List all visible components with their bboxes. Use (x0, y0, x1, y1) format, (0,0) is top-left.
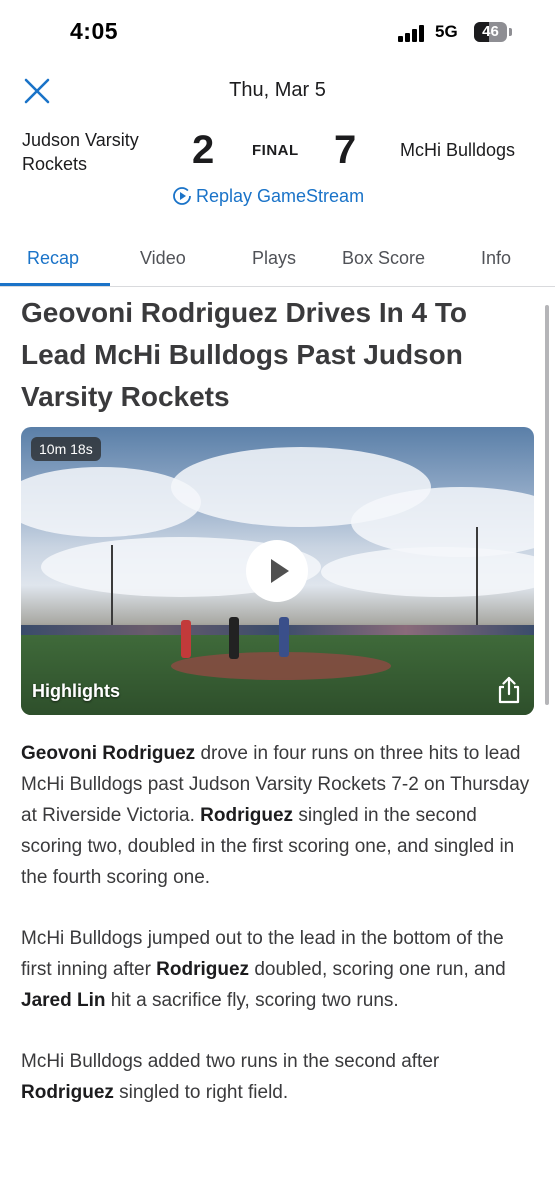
battery-level: 46 (482, 23, 499, 40)
article-headline: Geovoni Rodriguez Drives In 4 To Lead Mc… (21, 297, 467, 412)
play-icon (271, 559, 289, 583)
game-status: FINAL (252, 142, 299, 159)
tab-box-score[interactable]: Box Score (342, 248, 425, 269)
player-name: Jared Lin (21, 990, 106, 1011)
replay-label: Replay GameStream (196, 185, 365, 206)
catcher (279, 617, 289, 657)
network-label: 5G (435, 22, 458, 41)
light-pole (476, 527, 478, 627)
paragraph-text: McHi Bulldogs added two runs in the seco… (21, 1051, 440, 1072)
tab-info[interactable]: Info (481, 248, 511, 269)
game-date: Thu, Mar 5 (229, 79, 326, 101)
home-team-score: 2 (192, 128, 215, 172)
highlights-video[interactable]: 10m 18s Highlights (21, 427, 534, 715)
share-icon (498, 676, 520, 704)
status-time: 4:05 (70, 18, 119, 44)
share-button[interactable] (495, 675, 523, 705)
away-team-score: 7 (334, 128, 357, 172)
replay-icon (173, 187, 191, 205)
tab-plays[interactable]: Plays (252, 248, 296, 269)
player-name: Rodriguez (21, 1082, 114, 1103)
home-team-name[interactable]: Judson Varsity Rockets (22, 128, 182, 176)
umpire (229, 617, 239, 659)
tab-bar: Recap Video Plays Box Score Info (0, 236, 555, 287)
outfield-wall (21, 625, 534, 635)
paragraph-text: hit a sacrifice fly, scoring two runs. (105, 990, 399, 1011)
paragraph-text: doubled, scoring one run, and (249, 959, 506, 980)
player-name: Rodriguez (200, 805, 294, 826)
tab-video[interactable]: Video (140, 248, 186, 269)
player-name: Geovoni Rodriguez (21, 743, 196, 764)
battery-tip (509, 28, 512, 36)
replay-gamestream-button[interactable]: Replay GameStream (172, 184, 364, 208)
signal-icon (398, 24, 430, 42)
tab-recap[interactable]: Recap (27, 248, 79, 269)
article-paragraph: McHi Bulldogs added two runs in the seco… (21, 1046, 531, 1108)
away-team-name[interactable]: McHi Bulldogs (400, 140, 515, 161)
player (181, 620, 191, 658)
article-body: Geovoni Rodriguez drove in four runs on … (21, 738, 531, 1138)
paragraph-text: singled to right field. (113, 1082, 289, 1103)
status-bar: 4:05 5G 46 (0, 0, 555, 66)
light-pole (111, 545, 113, 627)
article-paragraph: Geovoni Rodriguez drove in four runs on … (21, 738, 531, 893)
battery-icon: 46 (474, 22, 507, 42)
player-name: Rodriguez (156, 959, 250, 980)
scoreboard: Judson Varsity Rockets 2 FINAL 7 McHi Bu… (0, 120, 555, 180)
active-tab-indicator (0, 283, 110, 286)
scrollbar[interactable] (545, 305, 549, 705)
video-duration: 10m 18s (31, 437, 101, 461)
play-button[interactable] (246, 540, 308, 602)
video-title: Highlights (32, 681, 120, 701)
article-paragraph: McHi Bulldogs jumped out to the lead in … (21, 923, 531, 1016)
